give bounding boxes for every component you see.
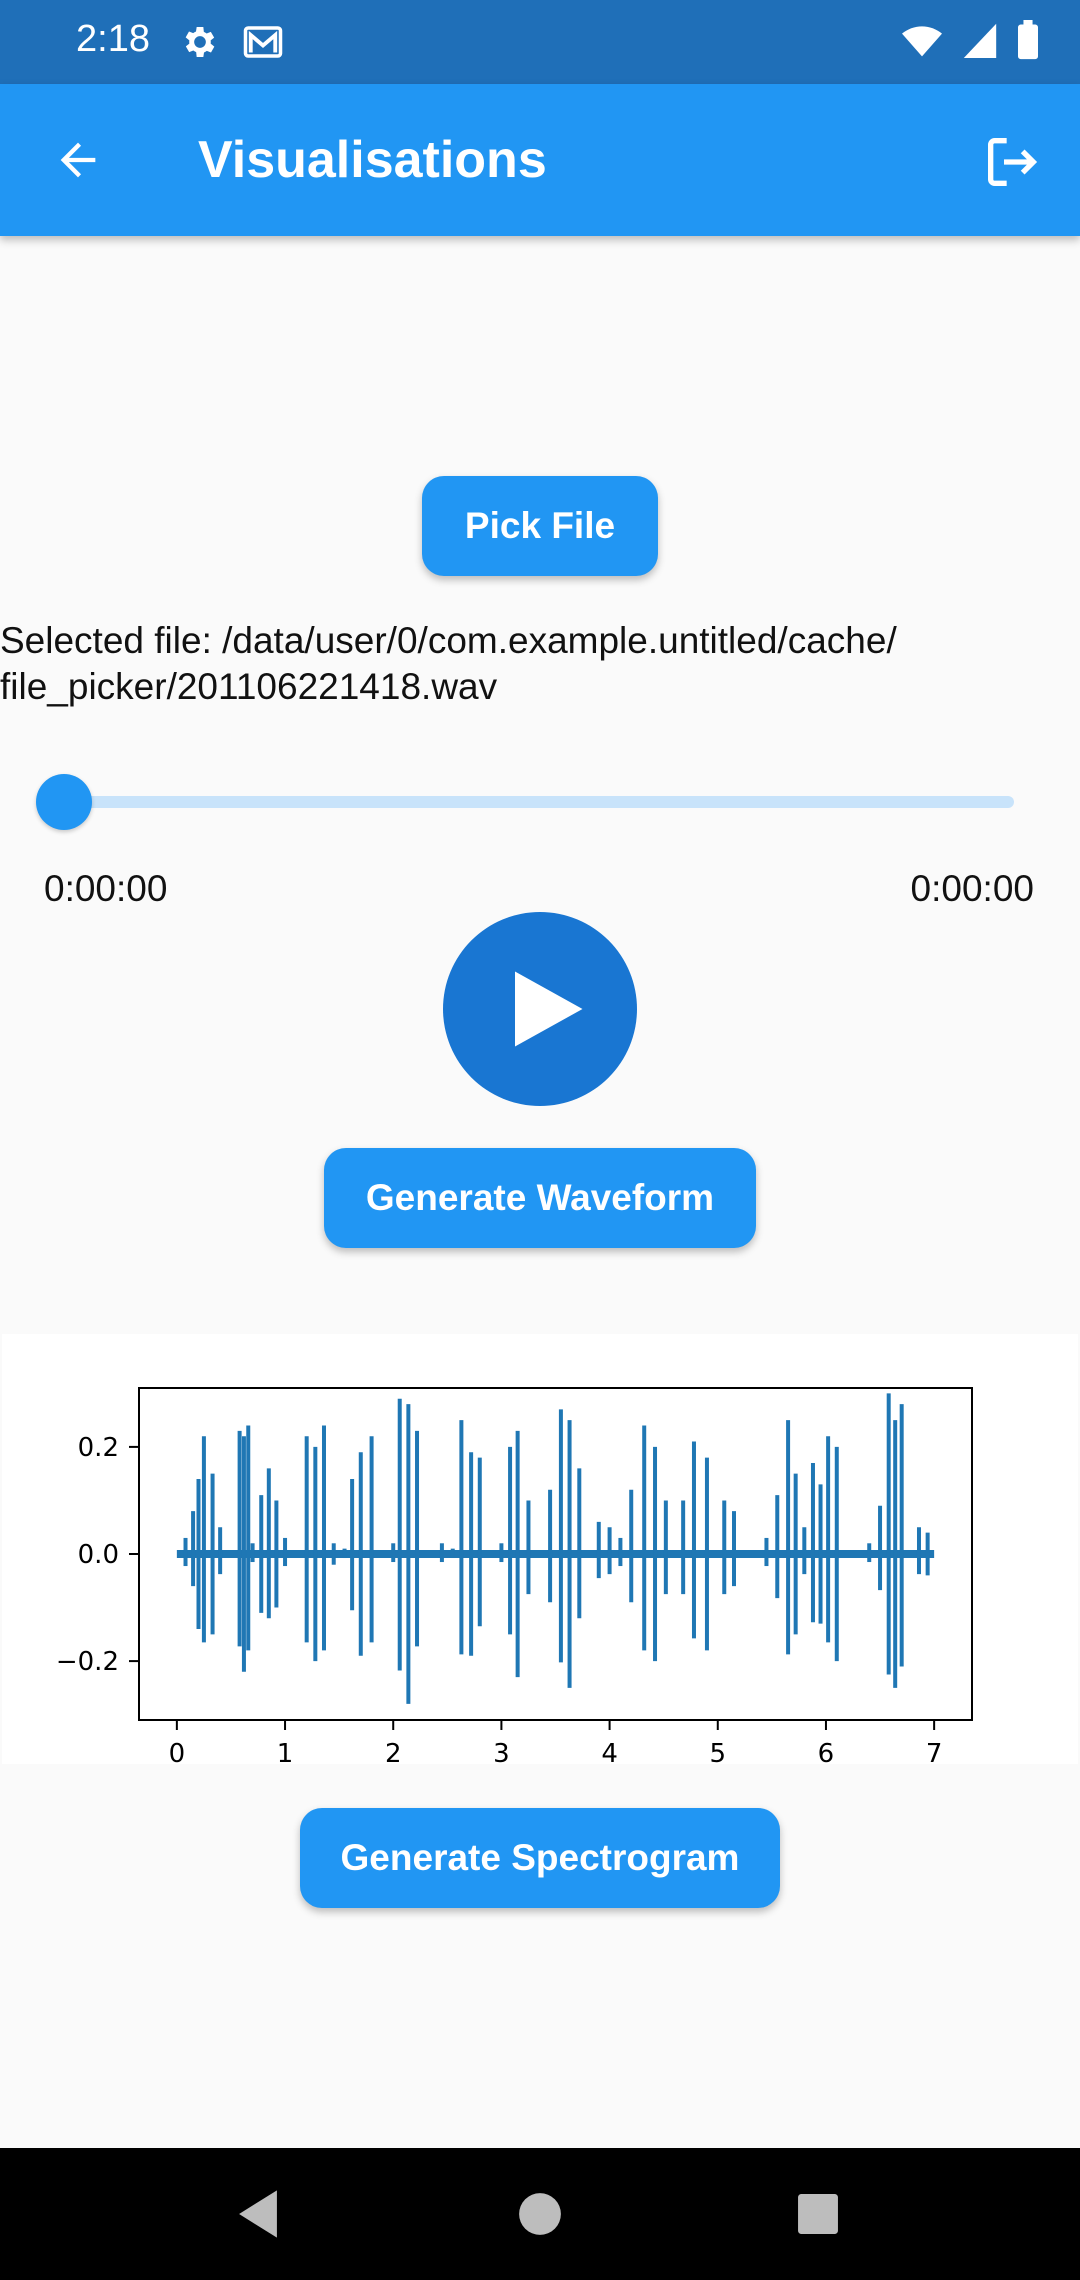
x-tick-label: 5: [709, 1739, 726, 1764]
back-button[interactable]: [44, 126, 112, 194]
seek-slider-track[interactable]: [64, 796, 1014, 808]
x-tick-label: 3: [493, 1739, 510, 1764]
y-tick-label: −0.2: [56, 1647, 119, 1677]
page-title: Visualisations: [198, 131, 547, 189]
waveform-svg: 0.2 0.0 −0.2 0 1 2 3 4 5 6 7: [56, 1387, 973, 1764]
logout-button[interactable]: [976, 126, 1048, 198]
nav-back-button[interactable]: [222, 2178, 294, 2250]
status-time: 2:18: [76, 18, 150, 60]
wifi-icon: [900, 20, 944, 65]
play-icon: [515, 971, 583, 1047]
x-tick-label: 6: [818, 1739, 835, 1764]
signal-icon: [962, 20, 998, 65]
play-button[interactable]: [443, 912, 637, 1106]
y-tick-label: 0.0: [78, 1540, 119, 1570]
nav-recents-icon: [798, 2194, 838, 2234]
nav-back-icon: [239, 2190, 277, 2238]
status-bar: 2:18: [0, 0, 1080, 84]
generate-spectrogram-button[interactable]: Generate Spectrogram: [300, 1808, 780, 1908]
generate-waveform-button[interactable]: Generate Waveform: [324, 1148, 756, 1248]
waveform-chart: 0.2 0.0 −0.2 0 1 2 3 4 5 6 7: [2, 1334, 1078, 1764]
x-tick-label: 4: [601, 1739, 618, 1764]
total-time: 0:00:00: [910, 868, 1034, 909]
app-root: 2:18 Visualisations Pick File Selected f…: [0, 0, 1080, 2280]
seek-slider-thumb[interactable]: [36, 774, 92, 830]
status-right-icons: [900, 20, 1040, 65]
nav-home-icon: [519, 2193, 561, 2235]
x-tick-label: 1: [277, 1739, 294, 1764]
y-tick-label: 0.2: [78, 1433, 119, 1463]
battery-icon: [1016, 20, 1040, 65]
arrow-back-icon: [60, 142, 96, 178]
x-tick-label: 0: [169, 1739, 186, 1764]
navigation-bar: [0, 2148, 1080, 2280]
logout-icon: [988, 138, 1038, 186]
x-tick-label: 7: [926, 1739, 943, 1764]
selected-file-text: Selected file: /data/user/0/com.example.…: [0, 620, 897, 707]
nav-home-button[interactable]: [504, 2178, 576, 2250]
gmail-icon: [242, 22, 283, 62]
gear-icon: [180, 22, 220, 62]
current-time: 0:00:00: [44, 868, 168, 909]
app-bar: Visualisations: [0, 84, 1080, 236]
nav-recents-button[interactable]: [782, 2178, 854, 2250]
x-tick-label: 2: [385, 1739, 402, 1764]
pick-file-button[interactable]: Pick File: [422, 476, 658, 576]
